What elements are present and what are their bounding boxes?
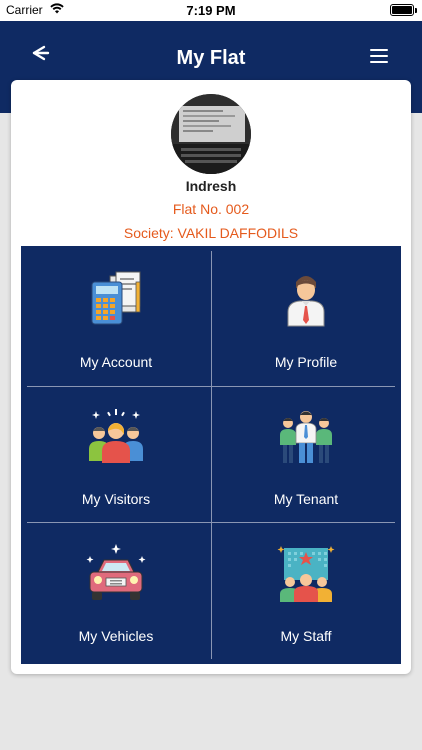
my-staff-tile[interactable]: My Staff: [211, 520, 401, 657]
status-bar: Carrier 7:19 PM: [0, 0, 422, 21]
clock: 7:19 PM: [186, 3, 236, 18]
person-icon: [287, 276, 325, 327]
battery-icon: [390, 4, 417, 16]
accounting-icon: [91, 271, 141, 325]
flat-number: Flat No. 002: [172, 201, 250, 217]
visitors-group-icon: [89, 409, 143, 463]
hamburger-menu-icon[interactable]: [370, 49, 388, 65]
car-icon: [86, 544, 146, 600]
tenant-group-icon: [280, 411, 332, 463]
tile-label: My Profile: [274, 354, 338, 370]
user-name: Indresh: [185, 178, 237, 194]
avatar: [171, 94, 251, 174]
avatar-photo: [171, 94, 251, 174]
my-profile-tile[interactable]: My Profile: [211, 246, 401, 383]
profile-card: Indresh Flat No. 002 Society: VAKIL DAFF…: [11, 80, 411, 674]
my-tenant-tile[interactable]: My Tenant: [211, 383, 401, 520]
my-account-tile[interactable]: My Account: [21, 246, 211, 383]
tile-label: My Staff: [280, 628, 332, 644]
staff-group-icon: [277, 546, 335, 602]
tile-label: My Tenant: [273, 491, 339, 507]
tile-label: My Vehicles: [78, 628, 154, 644]
menu-grid: My Account My Profile My Visitors My Ten…: [21, 246, 401, 664]
my-vehicles-tile[interactable]: My Vehicles: [21, 520, 211, 657]
society-name: Society: VAKIL DAFFODILS: [123, 225, 299, 241]
tile-label: My Visitors: [81, 491, 151, 507]
page-title: My Flat: [176, 47, 246, 69]
my-visitors-tile[interactable]: My Visitors: [21, 383, 211, 520]
tile-label: My Account: [79, 354, 153, 370]
